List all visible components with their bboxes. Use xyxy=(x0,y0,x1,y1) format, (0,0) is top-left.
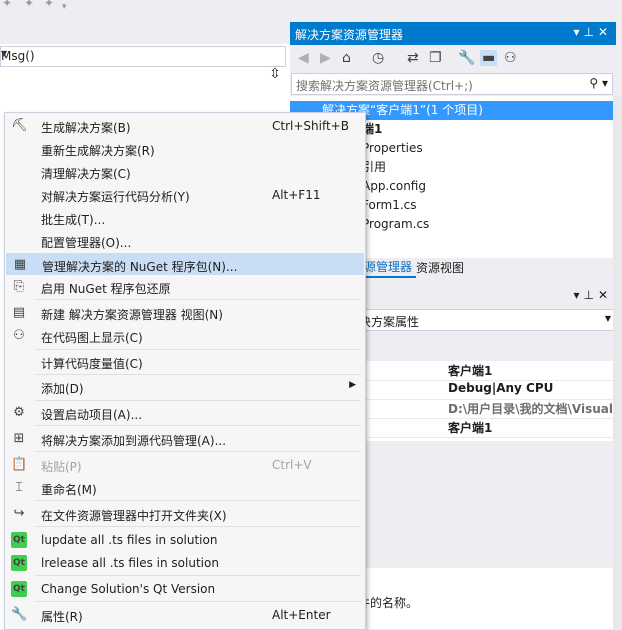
tab-solution-explorer[interactable]: 源管理器 xyxy=(360,258,417,278)
editor-toolbar: ✦ ✦ ✦ ▾ xyxy=(0,0,290,22)
menu-separator xyxy=(35,601,361,602)
property-row[interactable]: 客户端1 xyxy=(358,361,616,381)
tree-item-program[interactable]: Program.cs xyxy=(362,215,429,234)
dropdown-icon[interactable]: ▾ xyxy=(573,25,583,39)
tree-item-appconfig[interactable]: App.config xyxy=(362,177,426,196)
class-view-icon[interactable]: ⚇ xyxy=(504,50,517,66)
solution-explorer-title: 解决方案资源管理器 xyxy=(295,28,404,42)
menu-item-manage-nuget[interactable]: ▦ 管理解决方案的 NuGet 程序包(N)... xyxy=(6,253,364,275)
gear-icon: ⚙ xyxy=(13,405,25,420)
menu-item-code-metrics[interactable]: 计算代码度量值(C) xyxy=(6,351,364,373)
search-placeholder: 搜索解决方案资源管理器(Ctrl+;) xyxy=(296,79,473,93)
properties-grid: 客户端1 Debug|Any CPU D:\用户目录\我的文档\Visual 客… xyxy=(358,361,616,441)
source-control-icon: ⊞ xyxy=(13,431,25,446)
split-icon[interactable]: ⇳ xyxy=(266,66,284,88)
tree-item-properties[interactable]: Properties xyxy=(362,139,423,158)
menu-item-new-view[interactable]: ▤ 新建 解决方案资源管理器 视图(N) xyxy=(6,302,364,324)
menu-separator xyxy=(35,451,361,452)
solution-explorer-titlebar: 解决方案资源管理器 ▾⊥✕ xyxy=(290,22,616,45)
window-buttons: ▾⊥✕ xyxy=(573,25,612,39)
property-row[interactable]: Debug|Any CPU xyxy=(358,380,616,400)
menu-item-startup-projects[interactable]: ⚙ 设置启动项目(A)... xyxy=(6,402,364,424)
star-icon[interactable]: ✦ xyxy=(24,0,34,10)
close-icon[interactable]: ✕ xyxy=(598,25,612,39)
nuget-icon: ▦ xyxy=(13,257,27,272)
menu-item-rename[interactable]: ⌶ 重命名(M) xyxy=(6,477,364,499)
menu-item-add[interactable]: 添加(D) ▶ xyxy=(6,376,364,398)
menu-item-batch-build[interactable]: 批生成(T)... xyxy=(6,207,364,229)
menu-item-config-manager[interactable]: 配置管理器(O)... xyxy=(6,230,364,252)
preview-icon[interactable]: ▬ xyxy=(480,50,498,66)
menu-separator xyxy=(35,349,361,350)
properties-description: 件的名称。 xyxy=(358,568,616,629)
forward-icon[interactable]: ▶ xyxy=(320,50,331,66)
close-icon[interactable]: ✕ xyxy=(598,288,612,302)
menu-item-nuget-restore[interactable]: ⎘ 启用 NuGet 程序包还原 xyxy=(6,276,364,298)
menu-separator xyxy=(35,500,361,501)
pin-icon[interactable]: ⊥ xyxy=(583,288,597,302)
menu-item-paste: 📋 粘贴(P) Ctrl+V xyxy=(11,457,312,474)
menu-item-properties[interactable]: 🔧 属性(R) Alt+Enter xyxy=(6,604,364,626)
submenu-arrow-icon: ▶ xyxy=(349,380,356,390)
paste-icon: 📋 xyxy=(11,457,28,472)
history-icon[interactable]: ◷ xyxy=(372,50,384,66)
menu-item-code-map[interactable]: ⚇ 在代码图上显示(C) xyxy=(6,325,364,347)
menu-item-open-folder[interactable]: ↪ 在文件资源管理器中打开文件夹(X) xyxy=(6,503,364,525)
window-buttons: ▾⊥✕ xyxy=(573,288,612,302)
property-row[interactable]: 客户端1 xyxy=(358,418,616,438)
dropdown-icon[interactable]: ▾ xyxy=(573,288,583,302)
rename-icon: ⌶ xyxy=(15,480,23,495)
menu-separator xyxy=(35,526,361,527)
search-icon[interactable]: ⚲ ▾ xyxy=(589,76,608,90)
member-combo[interactable]: Msg() ▼ xyxy=(0,46,286,67)
home-icon[interactable]: ⌂ xyxy=(342,50,351,66)
tab-resource-view[interactable]: 资源视图 xyxy=(412,258,468,278)
star-icon[interactable]: ✦ xyxy=(44,0,54,10)
back-icon[interactable]: ◀ xyxy=(298,50,309,66)
menu-item-lrelease[interactable]: Qt lrelease all .ts files in solution xyxy=(6,552,364,574)
properties-icon[interactable]: 🔧 xyxy=(458,50,475,66)
description-text: 件的名称。 xyxy=(358,596,419,610)
menu-item-rebuild[interactable]: 重新生成解决方案(R) xyxy=(6,138,364,160)
menu-separator xyxy=(35,374,361,375)
menu-separator xyxy=(35,400,361,401)
chevron-down-icon: ▼ xyxy=(604,314,611,323)
open-folder-icon: ↪ xyxy=(13,506,25,521)
wrench-icon: 🔧 xyxy=(11,607,28,622)
menu-item-add-source-control[interactable]: ⊞ 将解决方案添加到源代码管理(A)... xyxy=(6,428,364,450)
properties-object-combo[interactable]: 决方案属性 ▼ xyxy=(358,309,616,331)
new-view-icon: ▤ xyxy=(12,305,26,320)
qt-icon: Qt xyxy=(11,555,27,571)
collapse-icon[interactable]: ❐ xyxy=(429,50,442,66)
qt-icon: Qt xyxy=(11,581,27,597)
code-map-icon: ⚇ xyxy=(13,328,25,343)
star-icon[interactable]: ✦ xyxy=(2,0,12,10)
chevron-down-icon: ▼ xyxy=(1,49,8,58)
tree-item-form1[interactable]: Form1.cs xyxy=(362,196,417,215)
solution-explorer-toolbar: ◀ ▶ ⌂ ◷ ⇄ ❐ 🔧 ▬ ⚇ xyxy=(290,45,616,73)
menu-item-code-analysis[interactable]: 对解决方案运行代码分析(Y) Alt+F11 xyxy=(6,184,364,206)
menu-item-clean[interactable]: 清理解决方案(C) xyxy=(6,161,364,183)
build-icon: ⛏ xyxy=(11,118,28,133)
menu-item-qt-version[interactable]: Qt Change Solution's Qt Version xyxy=(6,578,364,600)
dropdown-icon[interactable]: ▾ xyxy=(62,2,67,12)
sync-icon[interactable]: ⇄ xyxy=(407,50,419,66)
solution-search-input[interactable]: 搜索解决方案资源管理器(Ctrl+;) ⚲ ▾ xyxy=(291,73,613,95)
menu-separator xyxy=(35,299,361,300)
qt-icon: Qt xyxy=(11,532,27,548)
scrollbar[interactable] xyxy=(613,96,622,629)
properties-object-value: 决方案属性 xyxy=(359,315,420,329)
restore-icon: ⎘ xyxy=(13,279,25,294)
pin-icon[interactable]: ⊥ xyxy=(583,25,597,39)
menu-separator xyxy=(35,575,361,576)
menu-item-lupdate[interactable]: Qt lupdate all .ts files in solution xyxy=(6,529,364,551)
menu-item-build[interactable]: ⛏ 生成解决方案(B) Ctrl+Shift+B xyxy=(6,115,364,137)
menu-separator xyxy=(35,425,361,426)
property-row[interactable]: D:\用户目录\我的文档\Visual xyxy=(358,399,616,419)
context-menu: ⛏ 生成解决方案(B) Ctrl+Shift+B 重新生成解决方案(R) 清理解决方… xyxy=(4,112,366,630)
